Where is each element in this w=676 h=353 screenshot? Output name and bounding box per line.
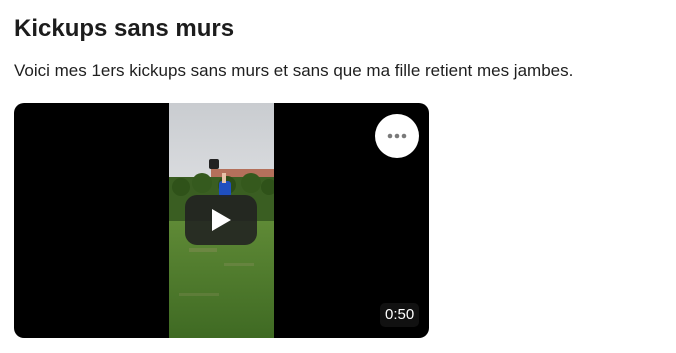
play-button[interactable] [185, 195, 257, 245]
play-icon [212, 209, 231, 231]
more-horizontal-icon [387, 133, 407, 139]
more-options-button[interactable] [375, 114, 419, 158]
post-text: Voici mes 1ers kickups sans murs et sans… [14, 61, 574, 80]
video-duration: 0:50 [380, 303, 420, 327]
post-title: Kickups sans murs [14, 15, 235, 42]
video-player[interactable]: 0:50 [14, 103, 429, 338]
